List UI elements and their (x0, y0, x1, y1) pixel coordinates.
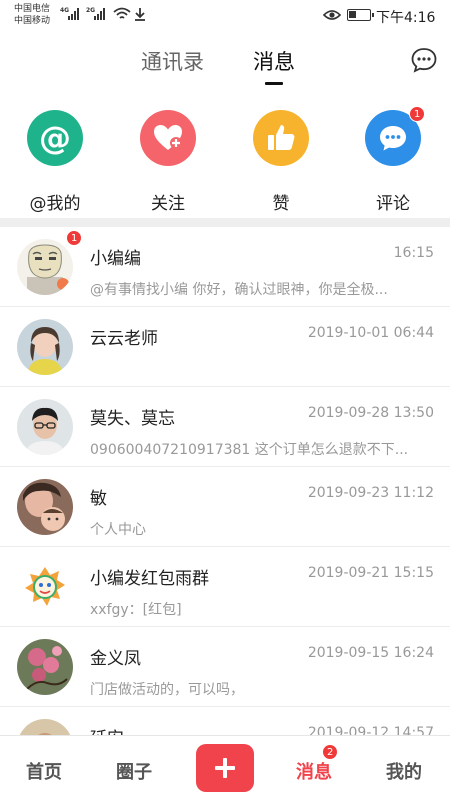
action-comment[interactable]: 1 评论 (348, 106, 438, 214)
message-item[interactable]: 小编发红包雨群 2019-09-21 15:15 xxfgy：[红包] (0, 547, 450, 627)
download-icon (135, 8, 145, 21)
contact-name: 小编发红包雨群 (90, 569, 209, 589)
signal-icon (68, 8, 84, 20)
message-preview: 门店做活动的，可以吗， (90, 682, 244, 698)
message-time: 2019-09-28 13:50 (307, 405, 434, 421)
carrier-1: 中国电信 (14, 4, 51, 14)
status-time: 下午4:16 (376, 10, 436, 26)
bottom-nav: 首页 圈子 消息 2 我的 (0, 735, 450, 800)
message-time: 2019-10-01 06:44 (307, 325, 434, 341)
action-at-me-label: @我的 (29, 194, 81, 214)
wifi-icon (113, 7, 131, 19)
comment-badge: 1 (409, 106, 426, 122)
message-preview: 个人中心 (90, 522, 146, 538)
message-item[interactable]: 1 小编编 16:15 @有事情找小编 你好，确认过眼神，你是全极... (0, 227, 450, 307)
avatar (17, 639, 73, 695)
action-at-me[interactable]: @ @我的 (10, 110, 100, 214)
message-time: 2019-09-21 15:15 (307, 565, 434, 581)
message-list: 1 小编编 16:15 @有事情找小编 你好，确认过眼神，你是全极... 云云老… (0, 227, 450, 735)
nav-messages[interactable]: 消息 (296, 758, 332, 784)
avatar (17, 479, 73, 535)
avatar (17, 399, 73, 455)
avatar (17, 239, 73, 295)
contact-name: 延安 (90, 724, 124, 735)
comment-icon (380, 126, 406, 151)
active-tab-indicator (265, 82, 283, 85)
chat-bubble-icon[interactable] (410, 46, 438, 74)
thumbs-up-icon (268, 125, 295, 150)
message-item[interactable]: 敏 2019-09-23 11:12 个人中心 (0, 467, 450, 547)
contact-name: 莫失、莫忘 (90, 409, 175, 429)
message-item[interactable]: 金义凤 2019-09-15 16:24 门店做活动的，可以吗， (0, 627, 450, 707)
action-follow-label: 关注 (151, 194, 185, 214)
signal-icon-2 (94, 8, 110, 20)
tab-messages[interactable]: 消息 (253, 46, 295, 76)
contact-name: 金义凤 (90, 649, 141, 669)
section-divider (0, 218, 450, 227)
top-header: 通讯录 消息 (0, 32, 450, 90)
nav-home[interactable]: 首页 (26, 758, 62, 784)
action-like[interactable]: 赞 (236, 110, 326, 214)
message-time: 2019-09-23 11:12 (307, 485, 434, 501)
carrier-2: 中国移动 (14, 16, 51, 26)
action-like-label: 赞 (272, 194, 290, 214)
contact-name: 小编编 (90, 249, 141, 269)
message-time: 16:15 (393, 245, 434, 261)
message-item[interactable]: 莫失、莫忘 2019-09-28 13:50 09060040721091738… (0, 387, 450, 467)
nav-messages-badge: 2 (322, 744, 339, 760)
contact-name: 云云老师 (90, 329, 158, 349)
status-bar: 中国电信 中国移动 4G 2G 下午4:16 (0, 0, 450, 32)
action-comment-label: 评论 (376, 194, 410, 214)
nav-mine[interactable]: 我的 (386, 758, 422, 784)
avatar (17, 559, 73, 615)
tab-contacts[interactable]: 通讯录 (141, 46, 204, 76)
message-preview: 090600407210917381 这个订单怎么退款不下... (90, 442, 409, 458)
at-icon: @ (27, 110, 83, 166)
heart-plus-icon (154, 125, 182, 150)
battery-icon (347, 9, 374, 21)
avatar (17, 719, 73, 735)
message-time: 2019-09-12 14:57 (307, 725, 434, 735)
quick-actions: @ @我的 关注 赞 1 评论 (0, 100, 450, 214)
message-item[interactable]: 延安 2019-09-12 14:57 (0, 707, 450, 735)
plus-icon[interactable] (196, 744, 254, 792)
avatar (17, 319, 73, 375)
contact-name: 敏 (90, 489, 107, 509)
action-follow[interactable]: 关注 (123, 110, 213, 214)
message-preview: xxfgy：[红包] (90, 602, 182, 618)
message-preview: @有事情找小编 你好，确认过眼神，你是全极... (90, 282, 388, 298)
message-item[interactable]: 云云老师 2019-10-01 06:44 (0, 307, 450, 387)
message-time: 2019-09-15 16:24 (307, 645, 434, 661)
unread-badge: 1 (66, 230, 83, 246)
nav-circle[interactable]: 圈子 (116, 758, 152, 784)
carrier-info: 中国电信 中国移动 (14, 3, 50, 27)
eye-icon (323, 10, 341, 20)
